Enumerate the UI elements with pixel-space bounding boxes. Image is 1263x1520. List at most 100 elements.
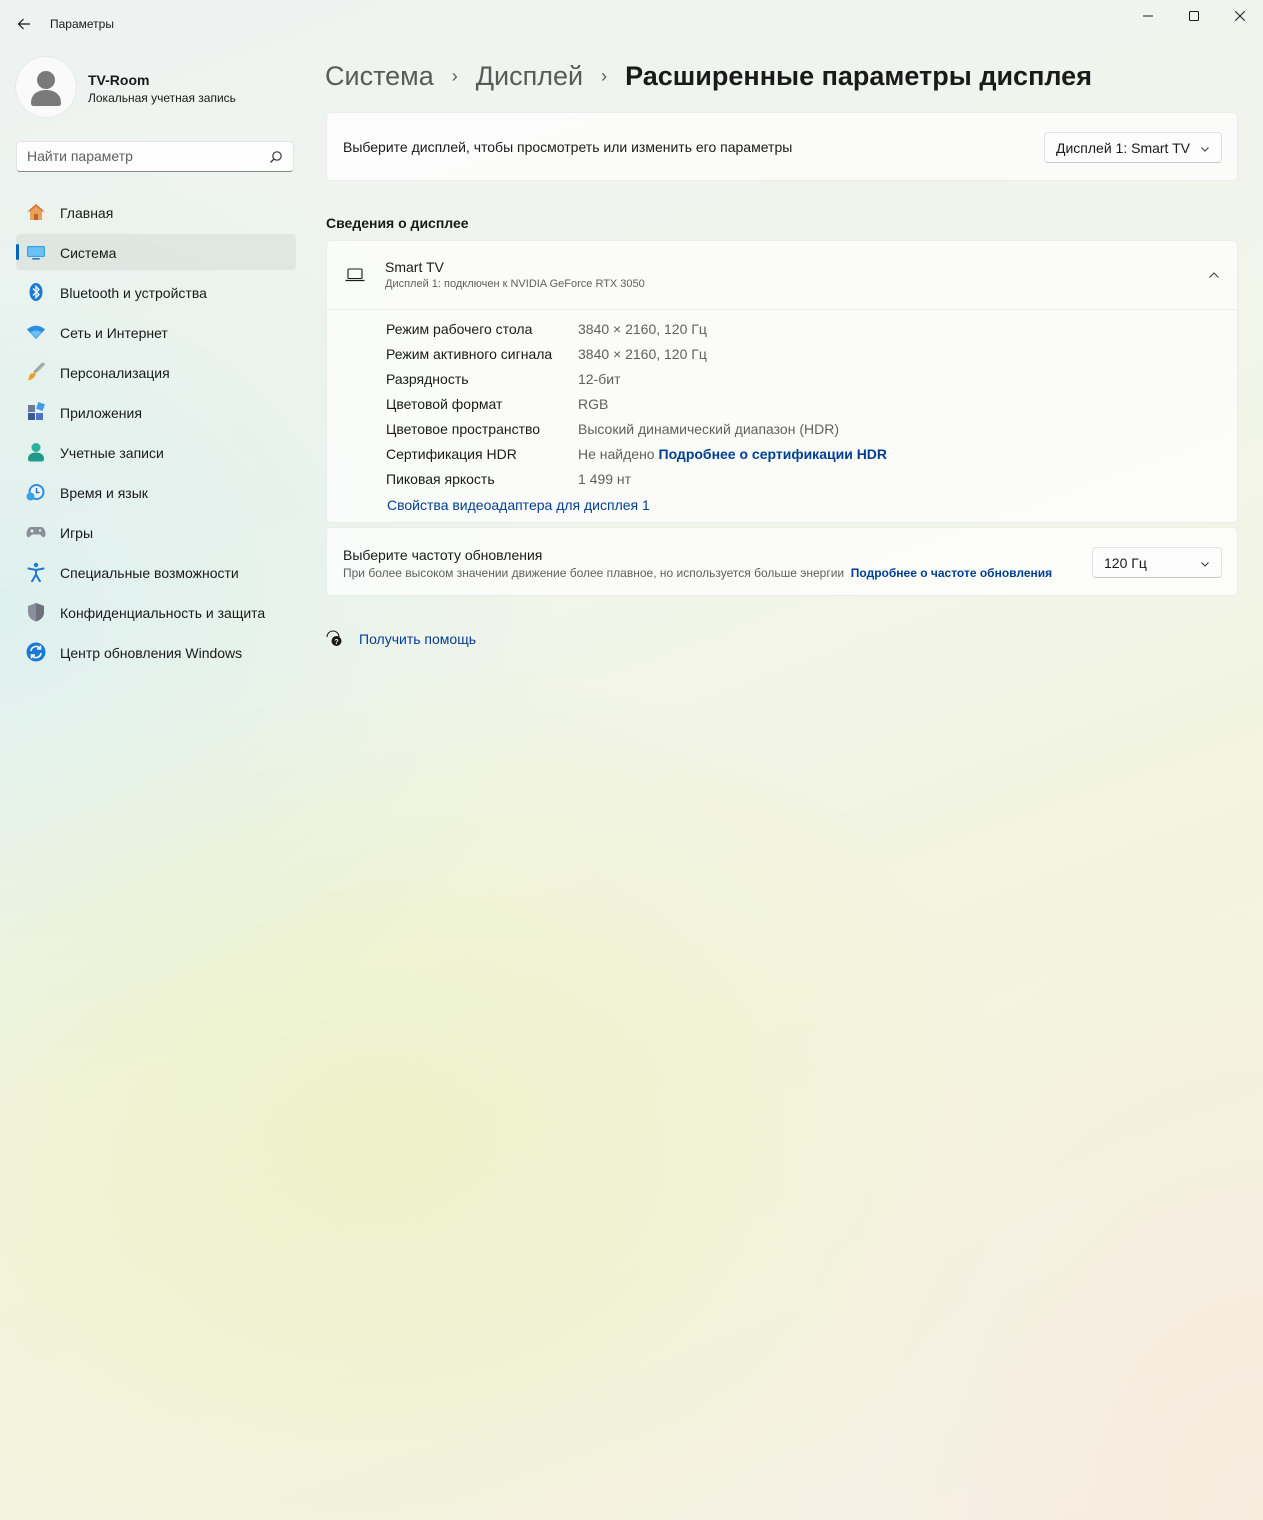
info-value-hdr: Не найдено Подробнее о сертификации HDR <box>578 446 887 462</box>
sidebar-item-time-language[interactable]: Время и язык <box>16 474 296 510</box>
sidebar-item-label: Время и язык <box>60 485 148 501</box>
close-icon <box>1235 11 1245 21</box>
breadcrumb-separator: › <box>601 65 608 86</box>
sidebar-item-accessibility[interactable]: Специальные возможности <box>16 554 296 590</box>
apps-icon <box>28 402 45 420</box>
info-value: RGB <box>578 396 609 412</box>
hdr-certification-link[interactable]: Подробнее о сертификации HDR <box>659 446 888 462</box>
info-value: Высокий динамический диапазон (HDR) <box>578 421 839 437</box>
sidebar-item-bluetooth[interactable]: Bluetooth и устройства <box>16 274 296 310</box>
display-dropdown-value: Дисплей 1: Smart TV <box>1056 140 1190 156</box>
minimize-icon <box>1143 15 1153 17</box>
sidebar-item-label: Конфиденциальность и защита <box>60 605 266 621</box>
info-value: 12-бит <box>578 371 621 387</box>
refresh-rate-link[interactable]: Подробнее о частоте обновления <box>851 566 1052 580</box>
sidebar-item-accounts[interactable]: Учетные записи <box>16 434 296 470</box>
time-language-icon <box>26 484 45 501</box>
search-box[interactable] <box>16 141 294 172</box>
breadcrumb: Система › Дисплей › Расширенные параметр… <box>325 58 1092 94</box>
info-key: Режим активного сигнала <box>386 346 553 362</box>
sidebar-item-label: Приложения <box>60 405 142 421</box>
close-button[interactable] <box>1217 0 1263 32</box>
chevron-down-icon <box>1201 562 1209 567</box>
info-key: Сертификация HDR <box>386 446 517 462</box>
display-name: Smart TV <box>385 259 444 275</box>
account-type: Локальная учетная запись <box>88 91 236 105</box>
back-button[interactable] <box>10 10 38 38</box>
sidebar-item-home[interactable]: Главная <box>16 194 296 230</box>
brush-icon <box>28 362 46 381</box>
info-value: Не найдено <box>578 446 655 462</box>
info-key: Режим рабочего стола <box>386 321 533 337</box>
home-icon <box>27 204 45 220</box>
refresh-rate-description-text: При более высоком значении движение боле… <box>343 566 845 580</box>
display-select-card: Выберите дисплей, чтобы просмотреть или … <box>326 112 1238 181</box>
info-key: Пиковая яркость <box>386 471 495 487</box>
system-icon <box>27 246 45 260</box>
accounts-icon <box>28 443 44 462</box>
sidebar-item-network[interactable]: Сеть и Интернет <box>16 314 296 350</box>
sidebar-item-gaming[interactable]: Игры <box>16 514 296 550</box>
maximize-button[interactable] <box>1171 0 1217 32</box>
back-arrow-icon <box>17 18 30 30</box>
search-input[interactable] <box>27 148 257 164</box>
info-key: Разрядность <box>386 371 469 387</box>
search-icon[interactable] <box>269 150 283 164</box>
sidebar-item-system[interactable]: Система <box>16 234 296 270</box>
sidebar-item-label: Учетные записи <box>60 445 164 461</box>
sidebar-item-label: Центр обновления Windows <box>60 645 243 661</box>
sidebar-item-label: Сеть и Интернет <box>60 325 168 341</box>
app-title: Параметры <box>50 17 114 31</box>
refresh-rate-dropdown[interactable]: 120 Гц <box>1092 547 1222 578</box>
sidebar-item-label: Система <box>60 245 117 261</box>
get-help-link[interactable]: Получить помощь <box>359 631 476 647</box>
avatar[interactable] <box>16 57 76 117</box>
accessibility-icon <box>27 562 45 582</box>
display-info-header[interactable]: Smart TV Дисплей 1: подключен к NVIDIA G… <box>327 241 1237 310</box>
refresh-rate-value: 120 Гц <box>1104 555 1147 571</box>
shield-icon <box>28 603 44 622</box>
laptop-icon <box>345 268 365 282</box>
breadcrumb-display[interactable]: Дисплей <box>476 61 583 92</box>
section-title: Сведения о дисплее <box>326 215 469 231</box>
gamepad-icon <box>26 527 46 538</box>
sidebar-item-windows-update[interactable]: Центр обновления Windows <box>16 634 296 670</box>
sidebar-item-label: Специальные возможности <box>60 565 239 581</box>
sidebar-item-label: Игры <box>60 525 94 541</box>
wifi-icon <box>27 325 45 339</box>
info-key: Цветовое пространство <box>386 421 541 437</box>
chevron-up-icon[interactable] <box>1208 270 1220 280</box>
refresh-rate-card: Выберите частоту обновления При более вы… <box>326 527 1238 596</box>
display-select-label: Выберите дисплей, чтобы просмотреть или … <box>343 139 793 155</box>
minimize-button[interactable] <box>1125 0 1171 32</box>
maximize-icon <box>1189 11 1199 21</box>
page-title: Расширенные параметры дисплея <box>625 60 1092 91</box>
display-subtitle: Дисплей 1: подключен к NVIDIA GeForce RT… <box>385 278 645 290</box>
display-info-card: Smart TV Дисплей 1: подключен к NVIDIA G… <box>326 240 1238 523</box>
sidebar-item-personalization[interactable]: Персонализация <box>16 354 296 390</box>
chevron-down-icon <box>1201 147 1209 152</box>
sidebar-nav: Главная Система Bluetooth и устройства С… <box>16 194 296 674</box>
display-dropdown[interactable]: Дисплей 1: Smart TV <box>1044 132 1222 163</box>
breadcrumb-system[interactable]: Система <box>325 61 434 92</box>
title-bar: Параметры <box>0 0 1263 48</box>
adapter-properties-link[interactable]: Свойства видеоадаптера для дисплея 1 <box>387 497 650 513</box>
update-icon <box>26 642 46 662</box>
sidebar-item-apps[interactable]: Приложения <box>16 394 296 430</box>
info-value: 1 499 нт <box>578 471 632 487</box>
bluetooth-icon <box>29 283 43 301</box>
sidebar-item-label: Bluetooth и устройства <box>60 285 207 301</box>
sidebar-item-label: Главная <box>60 205 114 221</box>
refresh-rate-description: При более высоком значении движение боле… <box>343 566 1052 580</box>
sidebar-item-label: Персонализация <box>60 365 170 381</box>
user-avatar-icon <box>31 71 61 106</box>
sidebar-item-privacy[interactable]: Конфиденциальность и защита <box>16 594 296 630</box>
svg-text:?: ? <box>334 639 338 646</box>
breadcrumb-separator: › <box>451 65 458 86</box>
info-key: Цветовой формат <box>386 396 503 412</box>
user-name: TV-Room <box>88 72 150 88</box>
help-icon[interactable]: ? <box>326 630 344 648</box>
info-value: 3840 × 2160, 120 Гц <box>578 346 707 362</box>
refresh-rate-title: Выберите частоту обновления <box>343 547 543 563</box>
info-value: 3840 × 2160, 120 Гц <box>578 321 707 337</box>
